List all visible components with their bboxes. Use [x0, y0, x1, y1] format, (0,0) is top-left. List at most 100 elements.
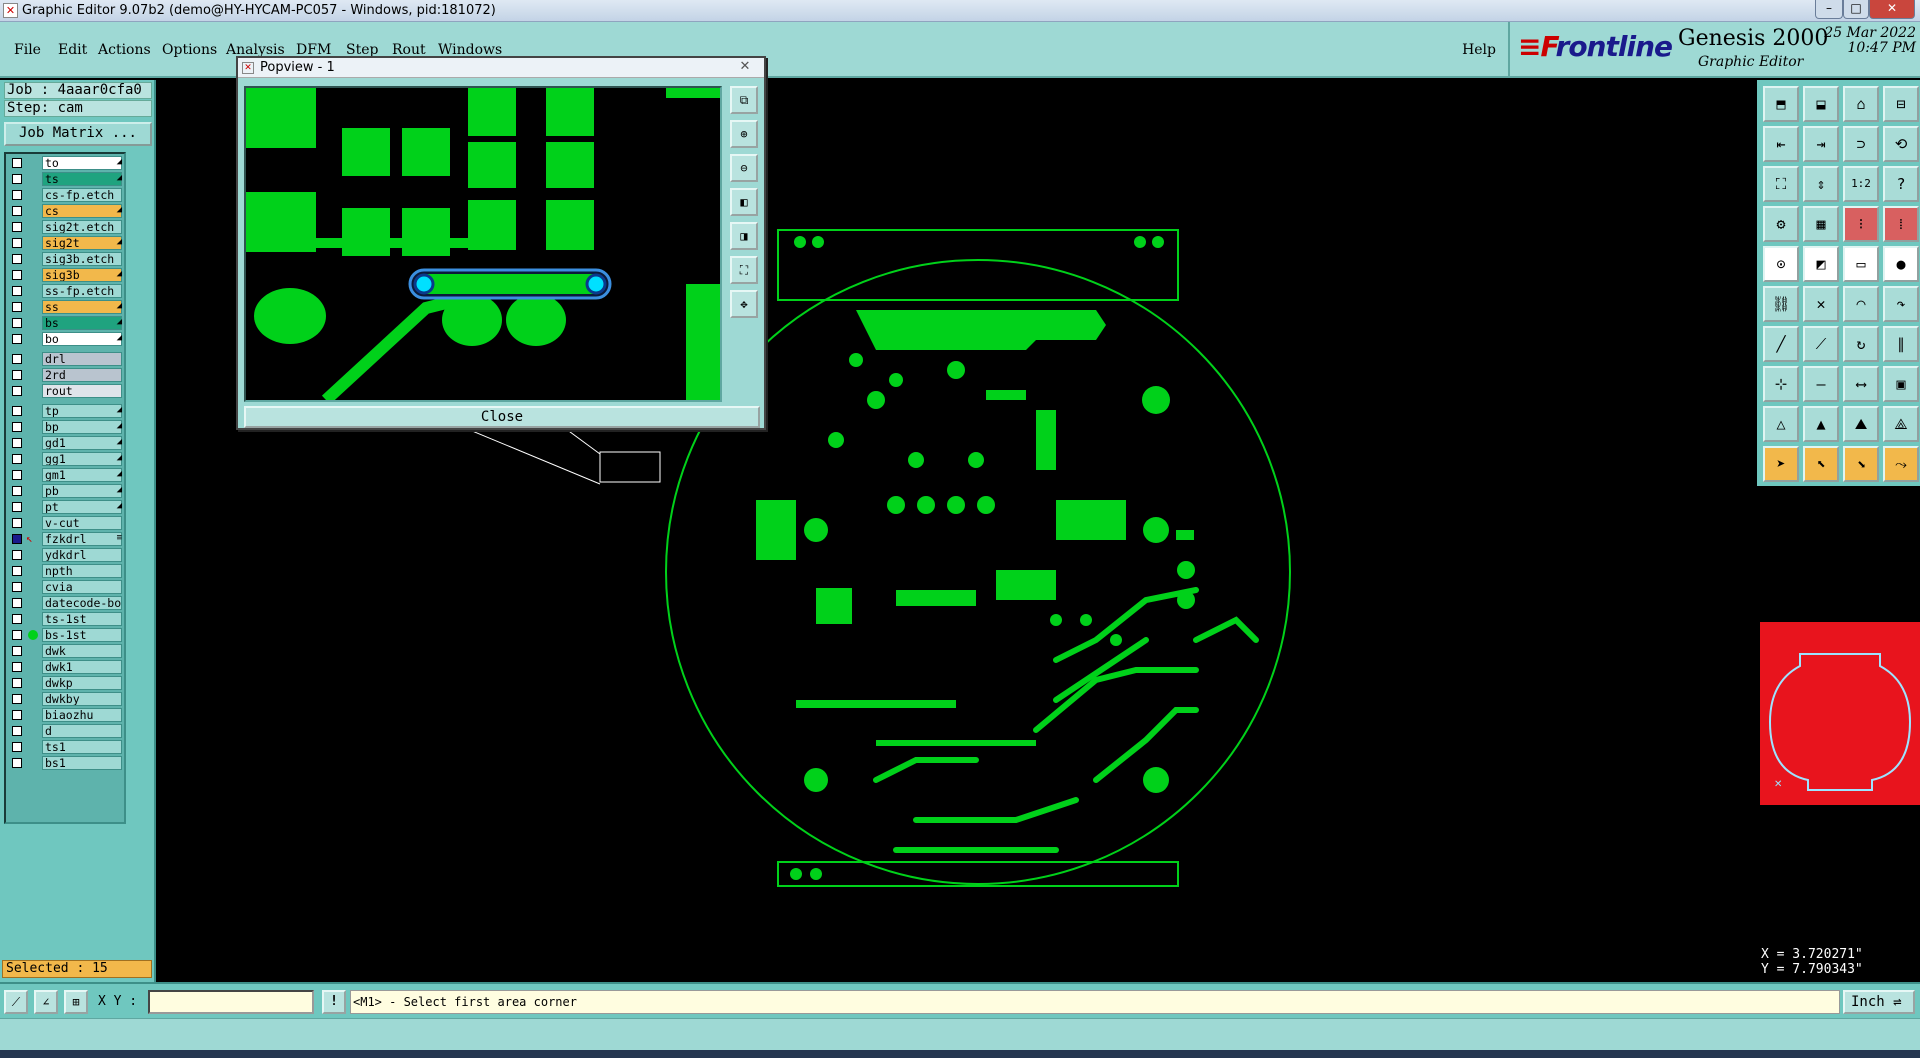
triangle-icon[interactable]: △ [1763, 406, 1799, 442]
layer-row[interactable]: rout [8, 384, 124, 398]
layer-name[interactable]: 2rd [42, 368, 122, 382]
unit-toggle-button[interactable]: Inch ⇌ [1843, 990, 1915, 1014]
split-icon[interactable]: ⊟ [1883, 86, 1919, 122]
layer-checkbox[interactable] [12, 386, 22, 396]
xy-input[interactable] [148, 990, 314, 1014]
popview-pan-left-icon[interactable]: ◧ [730, 188, 758, 216]
layer-name[interactable]: cvia [42, 580, 122, 594]
layer-name[interactable]: tp [42, 404, 122, 418]
pointer-select-icon[interactable]: ⬉ [1803, 446, 1839, 482]
layer-row[interactable]: to ◢ [8, 156, 124, 170]
layer-checkbox[interactable] [12, 742, 22, 752]
layer-row[interactable]: dwkby [8, 692, 124, 706]
menu-edit[interactable]: Edit [58, 42, 87, 58]
layer-name[interactable]: ss [42, 300, 122, 314]
layer-row[interactable]: 2rd [8, 368, 124, 382]
triangle-4-icon[interactable]: ⟁ [1883, 406, 1919, 442]
maximize-button[interactable]: □ [1843, 0, 1869, 19]
move-icon[interactable]: ⊹ [1763, 366, 1799, 402]
layer-checkbox[interactable] [12, 370, 22, 380]
job-matrix-button[interactable]: Job Matrix ... [4, 122, 152, 146]
layer-name[interactable]: sig3b [42, 268, 122, 282]
layer-row[interactable]: gm1 ◢ [8, 468, 124, 482]
layer-checkbox[interactable] [12, 694, 22, 704]
layer-checkbox[interactable] [12, 486, 22, 496]
layer-name[interactable]: bp [42, 420, 122, 434]
layer-name[interactable]: biaozhu [42, 708, 122, 722]
layer-name[interactable]: cs-fp.etch [42, 188, 122, 202]
layer-row[interactable]: sig3b.etch [8, 252, 124, 266]
popview-restore-icon[interactable]: ⧉ [730, 86, 758, 114]
layer-checkbox[interactable] [12, 598, 22, 608]
message-icon[interactable]: ! [322, 990, 346, 1014]
layer-row[interactable]: bs-1st [8, 628, 124, 642]
arc-arrow-icon[interactable]: ↷ [1883, 286, 1919, 322]
layer-row[interactable]: ts1 [8, 740, 124, 754]
grid-icon[interactable]: ▦ [1803, 206, 1839, 242]
layer-checkbox[interactable] [12, 646, 22, 656]
layer-name[interactable]: sig2t [42, 236, 122, 250]
layer-checkbox[interactable] [12, 726, 22, 736]
layer-name[interactable]: fzkdrl [42, 532, 122, 546]
popview-close-x[interactable]: ✕ [734, 59, 756, 76]
layer-checkbox[interactable] [12, 222, 22, 232]
snap-grid-icon[interactable]: ⊞ [64, 990, 88, 1014]
layer-checkbox[interactable] [12, 206, 22, 216]
layer-checkbox[interactable] [12, 190, 22, 200]
layer-checkbox[interactable] [12, 302, 22, 312]
menu-file[interactable]: File [14, 42, 41, 58]
layer-row[interactable]: gd1 ◢ [8, 436, 124, 450]
layer-name[interactable]: d [42, 724, 122, 738]
layer-stack-icon[interactable]: ⚙ [1763, 206, 1799, 242]
layer-row[interactable]: dwk1 [8, 660, 124, 674]
popview-close-button[interactable]: Close [244, 406, 760, 428]
fit-icon[interactable]: ⛶ [1763, 166, 1799, 202]
layer-row[interactable]: sig2t ◢ [8, 236, 124, 250]
layer-row[interactable]: dwk [8, 644, 124, 658]
layer-name[interactable]: dwkby [42, 692, 122, 706]
popview-canvas[interactable] [244, 86, 722, 402]
layer-row[interactable]: ydkdrl [8, 548, 124, 562]
layer-checkbox[interactable] [12, 454, 22, 464]
layer-row[interactable]: v-cut [8, 516, 124, 530]
layer-checkbox[interactable] [12, 518, 22, 528]
layer-name[interactable]: cs [42, 204, 122, 218]
pointer-move-icon[interactable]: ⬊ [1843, 446, 1879, 482]
cross-node-icon[interactable]: ✕ [1803, 286, 1839, 322]
popview-zoom-out-icon[interactable]: ⊖ [730, 154, 758, 182]
layer-name[interactable]: ts-1st [42, 612, 122, 626]
menu-actions[interactable]: Actions [98, 42, 151, 58]
pointer-icon[interactable]: ➤ [1763, 446, 1799, 482]
layer-row[interactable]: bs1 [8, 756, 124, 770]
parallel-icon[interactable]: ∥ [1883, 326, 1919, 362]
home-icon[interactable]: ⌂ [1843, 86, 1879, 122]
layer-checkbox[interactable] [12, 174, 22, 184]
layer-name[interactable]: to [42, 156, 122, 170]
horizontal-line-icon[interactable]: ― [1803, 366, 1839, 402]
snap-line-icon[interactable]: ⟋ [4, 990, 28, 1014]
rotate-icon[interactable]: ↻ [1843, 326, 1879, 362]
ruler-icon[interactable]: ▭ [1843, 246, 1879, 282]
layer-name[interactable]: bo [42, 332, 122, 346]
layer-row[interactable]: ↖ fzkdrl ≡ [8, 532, 124, 546]
layer-row[interactable]: tp ◢ [8, 404, 124, 418]
layer-row[interactable]: cs-fp.etch [8, 188, 124, 202]
snap-icon[interactable]: ⁞ [1883, 206, 1919, 242]
layer-checkbox[interactable] [12, 334, 22, 344]
layer-name[interactable]: datecode-bo [42, 596, 122, 610]
circle-fill-icon[interactable]: ● [1883, 246, 1919, 282]
layer-row[interactable]: bp ◢ [8, 420, 124, 434]
layer-row[interactable]: datecode-bo [8, 596, 124, 610]
measure-icon[interactable]: ⟷ [1843, 366, 1879, 402]
layer-checkbox[interactable] [12, 662, 22, 672]
arc-icon[interactable]: ◠ [1843, 286, 1879, 322]
layer-checkbox[interactable] [12, 438, 22, 448]
layer-name[interactable]: npth [42, 564, 122, 578]
surface-icon[interactable]: ◩ [1803, 246, 1839, 282]
help-icon[interactable]: ? [1883, 166, 1919, 202]
fit-vertical-icon[interactable]: ⇕ [1803, 166, 1839, 202]
pads-icon[interactable]: ⁝ [1843, 206, 1879, 242]
layer-name[interactable]: pt [42, 500, 122, 514]
layer-row[interactable]: npth [8, 564, 124, 578]
layer-checkbox[interactable] [12, 406, 22, 416]
